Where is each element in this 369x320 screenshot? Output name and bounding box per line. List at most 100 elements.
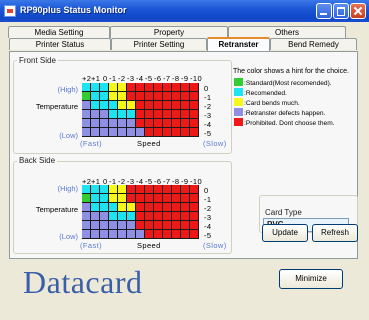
- grid-cell[interactable]: [136, 185, 145, 194]
- grid-cell[interactable]: [190, 221, 199, 230]
- grid-cell[interactable]: [91, 230, 100, 239]
- grid-cell[interactable]: [181, 101, 190, 110]
- grid-cell[interactable]: [109, 203, 118, 212]
- grid-cell[interactable]: [172, 185, 181, 194]
- grid-cell[interactable]: [145, 110, 154, 119]
- grid-cell[interactable]: [154, 185, 163, 194]
- grid-cell[interactable]: [91, 128, 100, 137]
- grid-cell[interactable]: [109, 110, 118, 119]
- grid-cell[interactable]: [163, 92, 172, 101]
- grid-cell[interactable]: [163, 185, 172, 194]
- grid-cell[interactable]: [127, 203, 136, 212]
- tab-media-setting[interactable]: Media Setting: [8, 26, 110, 38]
- grid-cell[interactable]: [82, 230, 91, 239]
- grid-cell[interactable]: [82, 128, 91, 137]
- tab-printer-status[interactable]: Printer Status: [9, 38, 111, 50]
- grid-cell[interactable]: [136, 83, 145, 92]
- grid-cell[interactable]: [172, 92, 181, 101]
- grid-cell[interactable]: [136, 110, 145, 119]
- grid-cell[interactable]: [136, 101, 145, 110]
- grid-cell[interactable]: [136, 92, 145, 101]
- grid-cell[interactable]: [163, 230, 172, 239]
- grid-cell[interactable]: [91, 83, 100, 92]
- grid-cell[interactable]: [190, 128, 199, 137]
- grid-cell[interactable]: [118, 128, 127, 137]
- grid-cell[interactable]: [82, 221, 91, 230]
- grid-cell[interactable]: [190, 203, 199, 212]
- grid-cell[interactable]: [181, 203, 190, 212]
- grid-cell[interactable]: [91, 203, 100, 212]
- grid-cell[interactable]: [118, 203, 127, 212]
- grid-cell[interactable]: [100, 83, 109, 92]
- grid-cell[interactable]: [127, 128, 136, 137]
- grid-cell[interactable]: [118, 83, 127, 92]
- grid-cell[interactable]: [91, 110, 100, 119]
- grid-cell[interactable]: [118, 92, 127, 101]
- grid-cell[interactable]: [136, 212, 145, 221]
- grid-cell[interactable]: [181, 185, 190, 194]
- grid-cell[interactable]: [100, 185, 109, 194]
- grid-cell[interactable]: [127, 119, 136, 128]
- grid-cell[interactable]: [163, 110, 172, 119]
- grid-cell[interactable]: [163, 128, 172, 137]
- grid-cell[interactable]: [154, 128, 163, 137]
- grid-cell[interactable]: [91, 194, 100, 203]
- grid-cell[interactable]: [91, 119, 100, 128]
- grid-cell[interactable]: [163, 194, 172, 203]
- grid-cell[interactable]: [172, 110, 181, 119]
- grid-cell[interactable]: [109, 83, 118, 92]
- grid-cell[interactable]: [118, 221, 127, 230]
- grid-cell[interactable]: [82, 194, 91, 203]
- grid-cell[interactable]: [172, 221, 181, 230]
- grid-cell[interactable]: [100, 128, 109, 137]
- grid-cell[interactable]: [109, 101, 118, 110]
- grid-cell[interactable]: [172, 194, 181, 203]
- grid-cell[interactable]: [145, 212, 154, 221]
- grid-cell[interactable]: [82, 92, 91, 101]
- grid-cell[interactable]: [145, 83, 154, 92]
- grid-cell[interactable]: [118, 119, 127, 128]
- grid-cell[interactable]: [136, 203, 145, 212]
- maximize-window-icon[interactable]: [333, 3, 349, 19]
- grid-cell[interactable]: [82, 101, 91, 110]
- grid-cell[interactable]: [136, 119, 145, 128]
- grid-cell[interactable]: [154, 230, 163, 239]
- grid-cell[interactable]: [163, 221, 172, 230]
- grid-cell[interactable]: [163, 203, 172, 212]
- grid-cell[interactable]: [118, 230, 127, 239]
- grid-cell[interactable]: [181, 221, 190, 230]
- grid-cell[interactable]: [100, 221, 109, 230]
- grid-cell[interactable]: [109, 185, 118, 194]
- grid-cell[interactable]: [145, 194, 154, 203]
- grid-cell[interactable]: [172, 203, 181, 212]
- grid-cell[interactable]: [172, 101, 181, 110]
- front-color-grid[interactable]: [82, 83, 199, 137]
- grid-cell[interactable]: [154, 221, 163, 230]
- grid-cell[interactable]: [163, 119, 172, 128]
- grid-cell[interactable]: [109, 194, 118, 203]
- grid-cell[interactable]: [154, 83, 163, 92]
- update-button[interactable]: Update: [262, 224, 308, 242]
- tab-retranster[interactable]: Retranster: [207, 37, 270, 51]
- grid-cell[interactable]: [181, 194, 190, 203]
- grid-cell[interactable]: [109, 128, 118, 137]
- grid-cell[interactable]: [163, 101, 172, 110]
- grid-cell[interactable]: [127, 101, 136, 110]
- grid-cell[interactable]: [181, 230, 190, 239]
- grid-cell[interactable]: [100, 230, 109, 239]
- grid-cell[interactable]: [172, 119, 181, 128]
- grid-cell[interactable]: [109, 221, 118, 230]
- refresh-button[interactable]: Refresh: [312, 224, 358, 242]
- grid-cell[interactable]: [190, 110, 199, 119]
- grid-cell[interactable]: [100, 212, 109, 221]
- grid-cell[interactable]: [91, 92, 100, 101]
- grid-cell[interactable]: [163, 212, 172, 221]
- grid-cell[interactable]: [127, 92, 136, 101]
- grid-cell[interactable]: [145, 203, 154, 212]
- grid-cell[interactable]: [91, 221, 100, 230]
- back-color-grid[interactable]: [82, 185, 199, 239]
- grid-cell[interactable]: [82, 83, 91, 92]
- grid-cell[interactable]: [172, 230, 181, 239]
- grid-cell[interactable]: [145, 221, 154, 230]
- grid-cell[interactable]: [118, 194, 127, 203]
